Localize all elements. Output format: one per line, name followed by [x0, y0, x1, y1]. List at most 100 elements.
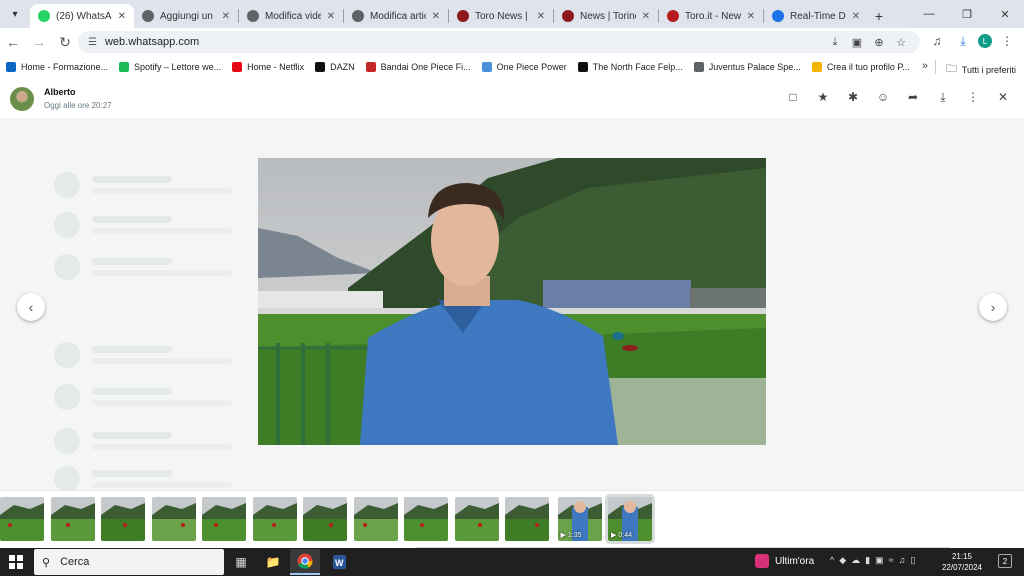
browser-tab[interactable]: News | Torino FC ✕ [554, 4, 658, 28]
photo-thumbnail[interactable] [505, 497, 549, 541]
browser-tab[interactable]: Real-Time Dashb ✕ [764, 4, 868, 28]
video-thumbnail[interactable]: ▶ 0:44 [605, 494, 655, 544]
onepiece-icon [481, 62, 492, 72]
word-icon[interactable]: W [324, 549, 354, 575]
address-bar[interactable]: ☰ web.whatsapp.com ⤓ ▣ ⊕ ☆ [78, 31, 920, 53]
star-icon[interactable]: ★ [814, 88, 832, 106]
downloads-icon[interactable]: ⤓ [952, 30, 974, 52]
start-button[interactable] [0, 548, 32, 576]
forward-button[interactable]: → [26, 29, 52, 55]
browser-tab[interactable]: (26) WhatsApp ✕ [30, 4, 134, 28]
menu-kebab-icon[interactable]: ⋮ [996, 30, 1018, 52]
zoom-icon[interactable]: ⊕ [870, 34, 888, 50]
download-media-icon[interactable]: ⤓ [934, 88, 952, 106]
wifi-icon[interactable]: ≈ [889, 555, 894, 566]
thumbnail-image [303, 497, 347, 541]
bookmark-item[interactable]: Juventus Palace Spe... [693, 62, 801, 72]
tray-app-icon[interactable]: ▣ [875, 555, 884, 566]
browser-toolbar: ← → ↻ ☰ web.whatsapp.com ⤓ ▣ ⊕ ☆ ♫ ⤓ L ⋮ [0, 28, 1024, 56]
notifications-badge[interactable]: 2 [998, 554, 1012, 568]
photo-thumbnail[interactable] [252, 497, 297, 541]
close-tab-icon[interactable]: ✕ [432, 11, 440, 22]
back-button[interactable]: ← [0, 29, 26, 55]
forward-icon[interactable]: ➦ [904, 88, 922, 106]
all-bookmarks-button[interactable]: 🗀 Tutti i preferiti [946, 60, 1016, 79]
close-tab-icon[interactable]: ✕ [852, 11, 860, 22]
photo-thumbnail[interactable] [353, 497, 398, 541]
bookmark-item[interactable]: One Piece Power [481, 62, 567, 72]
cast-icon[interactable]: ▣ [848, 34, 866, 50]
browser-tab[interactable]: Toro.it - News di ✕ [659, 4, 763, 28]
photo-thumbnail[interactable] [0, 497, 44, 541]
photo-thumbnail[interactable] [202, 497, 246, 541]
more-options-icon[interactable]: ⋮ [964, 88, 982, 106]
photo-thumbnail[interactable] [404, 497, 448, 541]
globe-icon [142, 10, 154, 22]
profile-avatar[interactable]: L [978, 34, 992, 48]
avatar[interactable] [10, 87, 34, 111]
video-thumbnail[interactable]: ▶ 1:35 [557, 497, 602, 541]
media-photo[interactable] [258, 158, 766, 445]
bookmark-star-icon[interactable]: ☆ [892, 34, 910, 50]
linkedin-icon [6, 62, 16, 72]
reload-button[interactable]: ↻ [52, 29, 78, 55]
clock[interactable]: 21:15 22/07/2024 [935, 551, 989, 573]
next-media-button[interactable]: › [979, 293, 1007, 321]
battery-icon[interactable]: ▮ [865, 555, 870, 566]
browser-tab[interactable]: Modifica video ‹ ✕ [239, 4, 343, 28]
tab-search-button[interactable]: ▾ [4, 3, 26, 25]
close-tab-icon[interactable]: ✕ [537, 11, 545, 22]
windows-taskbar: ⚲ Cerca ▦ 📁 W Ultim'ora ^ ◆ ☁ ▮ ▣ ≈ ♫ ▯ [0, 548, 1024, 576]
photo-thumbnail[interactable] [50, 497, 95, 541]
media-stage: ‹ › [0, 118, 1024, 490]
battery-level-icon[interactable]: ▯ [910, 555, 915, 566]
photo-thumbnail[interactable] [101, 497, 145, 541]
chrome-icon[interactable] [290, 549, 320, 575]
bookmark-item[interactable]: Spotify – Lettore we... [119, 62, 221, 72]
cloud-icon[interactable]: ☁ [851, 555, 860, 566]
bookmark-label: Home - Formazione... [21, 62, 109, 72]
browser-tab[interactable]: Modifica articolo ✕ [344, 4, 448, 28]
tray-overflow-icon[interactable]: ^ [830, 555, 834, 566]
bookmark-item[interactable]: Bandai One Piece Fi... [365, 62, 471, 72]
close-tab-icon[interactable]: ✕ [222, 11, 230, 22]
shield-icon[interactable]: ◆ [839, 555, 846, 566]
dashboard-icon [772, 10, 784, 22]
close-window-button[interactable]: ✕ [986, 0, 1024, 28]
media-controls-icon[interactable]: ♫ [926, 30, 948, 52]
close-tab-icon[interactable]: ✕ [327, 11, 335, 22]
photo-thumbnail[interactable] [151, 497, 196, 541]
close-tab-icon[interactable]: ✕ [642, 11, 650, 22]
bookmark-item[interactable]: Home - Formazione... [6, 62, 108, 72]
bookmark-item[interactable]: The North Face Felp... [577, 62, 683, 72]
bookmark-item[interactable]: Crea il tuo profilo P... [811, 62, 910, 72]
reply-icon[interactable]: □ [784, 88, 802, 106]
download-icon[interactable]: ⤓ [826, 34, 844, 50]
emoji-react-icon[interactable]: ☺ [874, 88, 892, 106]
new-tab-button[interactable]: + [868, 4, 890, 28]
volume-icon[interactable]: ♫ [899, 555, 906, 566]
pokemon-icon [811, 62, 822, 72]
bookmarks-overflow-icon[interactable]: » [922, 60, 928, 72]
pin-icon[interactable]: ✱ [844, 88, 862, 106]
news-widget[interactable]: Ultim'ora [755, 554, 814, 568]
news-label: Ultim'ora [775, 555, 815, 567]
site-info-icon[interactable]: ☰ [88, 37, 97, 48]
close-viewer-icon[interactable]: ✕ [994, 88, 1012, 106]
browser-tab[interactable]: Aggiungi un nuo ✕ [134, 4, 238, 28]
photo-thumbnail[interactable] [303, 497, 347, 541]
bookmark-item[interactable]: DAZN [315, 62, 355, 72]
minimize-button[interactable]: — [910, 0, 948, 28]
bookmark-item[interactable]: Home - Netflix [232, 62, 304, 72]
previous-media-button[interactable]: ‹ [17, 293, 45, 321]
close-tab-icon[interactable]: ✕ [747, 11, 755, 22]
restore-button[interactable]: ❐ [948, 0, 986, 28]
thumbnail-image [252, 497, 297, 541]
system-tray: ^ ◆ ☁ ▮ ▣ ≈ ♫ ▯ [830, 555, 915, 566]
photo-thumbnail[interactable] [454, 497, 499, 541]
task-view-icon[interactable]: ▦ [226, 549, 256, 575]
browser-tab[interactable]: Toro News | Ultim ✕ [449, 4, 553, 28]
file-explorer-icon[interactable]: 📁 [258, 549, 288, 575]
close-tab-icon[interactable]: ✕ [118, 11, 126, 22]
taskbar-search[interactable]: ⚲ Cerca [34, 549, 224, 575]
